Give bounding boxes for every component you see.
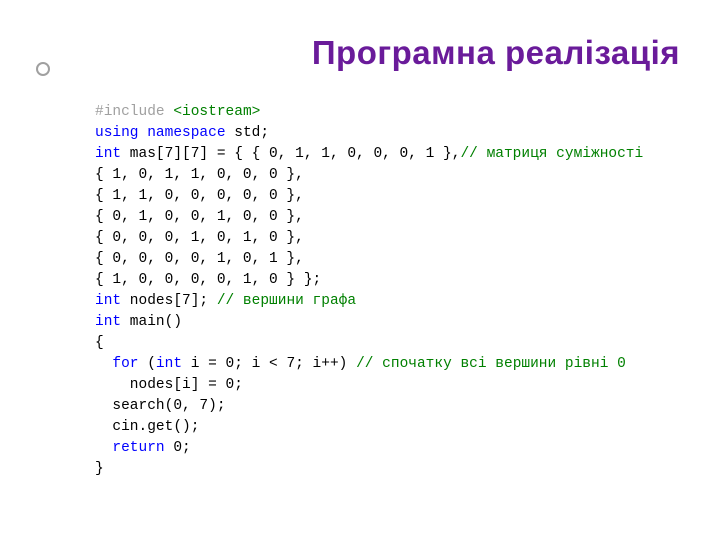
preproc: #include: [95, 104, 173, 120]
bullet-icon: [36, 62, 50, 76]
kw-int: int: [95, 314, 121, 330]
comment-nodes: // вершини графа: [217, 293, 356, 309]
matrix-row: { 1, 0, 0, 0, 0, 1, 0 } };: [95, 272, 321, 288]
kw-int: int: [156, 356, 182, 372]
kw-return: return: [112, 440, 164, 456]
kw-namespace: namespace: [147, 125, 225, 141]
matrix-row: { 0, 0, 0, 1, 0, 1, 0 },: [95, 230, 304, 246]
code-block: #include <iostream> using namespace std;…: [95, 102, 643, 480]
matrix-row: { 0, 1, 0, 0, 1, 0, 0 },: [95, 209, 304, 225]
comment-adj-matrix: // матриця суміжності: [460, 146, 643, 162]
kw-for: for: [112, 356, 138, 372]
kw-int: int: [95, 146, 121, 162]
comment-init: // спочатку всі вершини рівні 0: [356, 356, 626, 372]
matrix-row: { 0, 0, 0, 0, 1, 0, 1 },: [95, 251, 304, 267]
kw-int: int: [95, 293, 121, 309]
matrix-row: { 1, 1, 0, 0, 0, 0, 0 },: [95, 188, 304, 204]
matrix-row: { 1, 0, 1, 1, 0, 0, 0 },: [95, 167, 304, 183]
kw-using: using: [95, 125, 139, 141]
slide-title: Програмна реалізація: [312, 34, 680, 72]
include-target: <iostream>: [173, 104, 260, 120]
slide: Програмна реалізація #include <iostream>…: [0, 0, 720, 540]
